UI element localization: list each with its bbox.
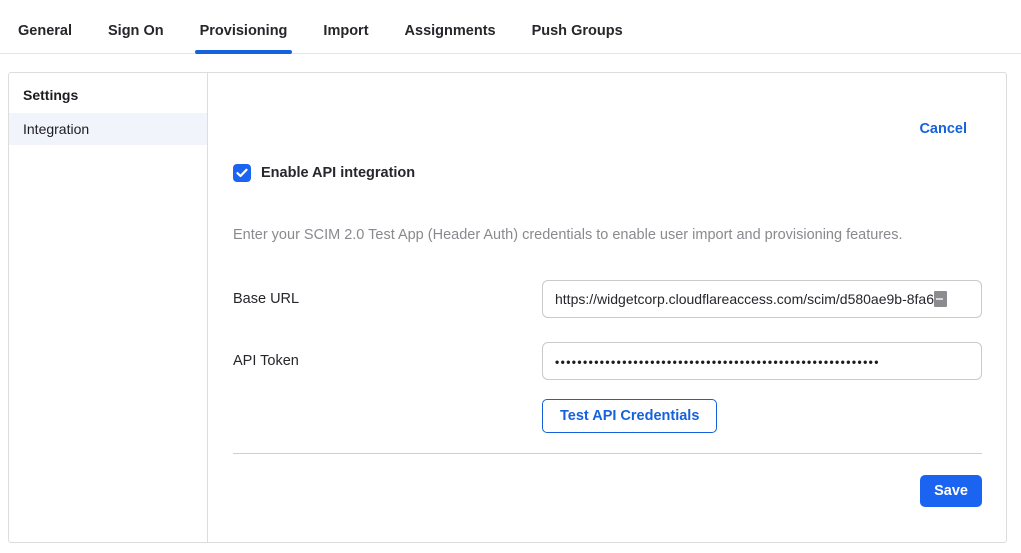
api-token-input[interactable]: ••••••••••••••••••••••••••••••••••••••••… — [542, 342, 982, 380]
tab-sign-on[interactable]: Sign On — [103, 23, 169, 53]
tab-push-groups[interactable]: Push Groups — [527, 23, 628, 53]
test-api-credentials-button[interactable]: Test API Credentials — [542, 399, 717, 433]
tab-assignments[interactable]: Assignments — [400, 23, 501, 53]
tab-general[interactable]: General — [13, 23, 77, 53]
api-token-row: API Token ••••••••••••••••••••••••••••••… — [233, 342, 982, 380]
enable-api-integration-row: Enable API integration — [233, 164, 982, 182]
base-url-row: Base URL https://widgetcorp.cloudflareac… — [233, 280, 982, 318]
provisioning-panel: Settings Integration Cancel Enable API i… — [8, 72, 1007, 543]
app-tab-bar: General Sign On Provisioning Import Assi… — [0, 0, 1021, 54]
test-credentials-row: Test API Credentials — [233, 399, 982, 433]
cancel-button[interactable]: Cancel — [919, 121, 967, 137]
api-token-label: API Token — [233, 353, 542, 369]
integration-settings-content: Cancel Enable API integration Enter your… — [208, 73, 1006, 542]
save-button[interactable]: Save — [920, 475, 982, 507]
sidebar-header-settings: Settings — [9, 85, 207, 113]
enable-api-integration-checkbox[interactable] — [233, 164, 251, 182]
save-row: Save — [233, 475, 982, 507]
base-url-value: https://widgetcorp.cloudflareaccess.com/… — [555, 291, 934, 307]
tab-import[interactable]: Import — [318, 23, 373, 53]
credentials-description: Enter your SCIM 2.0 Test App (Header Aut… — [233, 227, 982, 243]
enable-api-integration-label: Enable API integration — [261, 165, 415, 181]
base-url-input[interactable]: https://widgetcorp.cloudflareaccess.com/… — [542, 280, 982, 318]
base-url-label: Base URL — [233, 291, 542, 307]
sidebar-item-integration[interactable]: Integration — [9, 113, 207, 145]
tab-provisioning[interactable]: Provisioning — [195, 23, 293, 53]
footer-divider — [233, 453, 982, 454]
text-selection-block — [934, 291, 947, 307]
form-spacer — [233, 399, 542, 433]
settings-sidebar: Settings Integration — [9, 73, 208, 542]
cancel-row: Cancel — [233, 121, 982, 137]
check-icon — [236, 168, 248, 178]
